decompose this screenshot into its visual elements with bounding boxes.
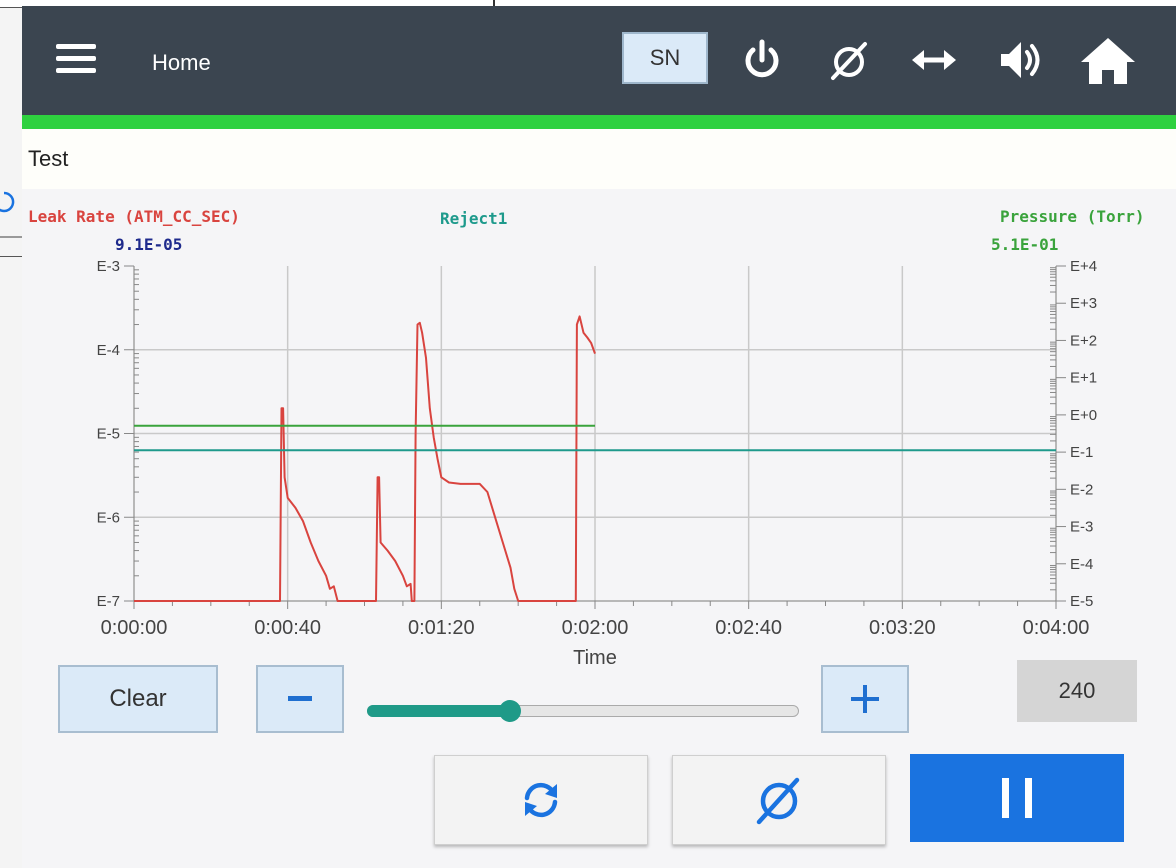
y-right-tick-label: E+4 [1070,258,1097,275]
background-window-strip [0,8,22,868]
y-left-tick-label: E-7 [97,593,120,610]
x-tick-label: 0:01:20 [408,617,475,639]
y-right-tick-label: E-1 [1070,444,1093,461]
reject-label: Reject1 [440,209,508,228]
plus-icon [851,685,879,713]
x-tick-label: 0:00:00 [101,617,168,639]
refresh-button[interactable] [434,755,648,845]
clear-button[interactable]: Clear [58,665,218,733]
slider-thumb[interactable] [498,700,521,722]
y-right-tick-label: E-4 [1070,556,1093,573]
time-scale-slider[interactable] [367,700,799,722]
leak-rate-chart: E-3 E-4 E-5 E-6 E-7 E+4 E+3 E+2 E+1 E+0 E-1 E-2 E-3 E… [97,258,1097,669]
power-icon[interactable] [738,36,786,84]
y-left-tick-label: E-6 [97,509,120,526]
y-right-tick-label: E+3 [1070,295,1097,312]
pause-button[interactable] [910,754,1124,842]
speaker-icon[interactable] [997,36,1045,84]
y-right-tick-label: E+1 [1070,370,1097,387]
y-right-tick-label: E-3 [1070,519,1093,536]
x-tick-label: 0:04:00 [1023,617,1090,639]
x-axis-label: Time [573,647,617,669]
y-right-tick-label: E-5 [1070,593,1093,610]
x-tick-label: 0:00:40 [254,617,321,639]
x-tick-label: 0:02:40 [715,617,782,639]
page-title: Home [152,50,211,75]
menu-icon[interactable] [56,44,96,78]
pressure-value: 5.1E-01 [991,235,1059,254]
null-icon[interactable] [825,36,873,84]
null-icon [756,777,800,825]
y-left-tick-label: E-4 [97,342,120,359]
sn-button[interactable]: SN [622,32,708,84]
y-left-tick-label: E-5 [97,426,120,443]
app-window: Home SN Test Leak Rate (ATM_CC_SEC) 9.1E… [22,6,1176,868]
section-header [22,129,1176,189]
x-tick-label: 0:02:00 [562,617,629,639]
pressure-label: Pressure (Torr) [1000,207,1145,226]
time-window-value: 240 [1017,660,1137,722]
background-window-divider [0,236,22,238]
slider-fill [367,705,510,717]
pause-icon [1002,778,1032,818]
leak-rate-value: 9.1E-05 [115,235,183,254]
background-refresh-icon [0,191,15,213]
zero-button[interactable] [672,755,886,845]
background-window-divider [0,256,22,257]
horizontal-arrows-icon[interactable] [910,36,958,84]
zoom-out-button[interactable] [256,665,344,733]
status-accent-bar [22,115,1176,129]
y-right-tick-label: E+0 [1070,407,1097,424]
leak-rate-label: Leak Rate (ATM_CC_SEC) [28,207,240,226]
y-right-tick-label: E-2 [1070,481,1093,498]
minus-icon [288,696,312,701]
y-left-tick-label: E-3 [97,258,120,275]
refresh-icon [524,782,558,818]
zoom-in-button[interactable] [821,665,909,733]
section-title: Test [28,146,69,171]
y-right-tick-label: E+2 [1070,332,1097,349]
x-tick-label: 0:03:20 [869,617,936,639]
home-icon[interactable] [1079,36,1137,86]
